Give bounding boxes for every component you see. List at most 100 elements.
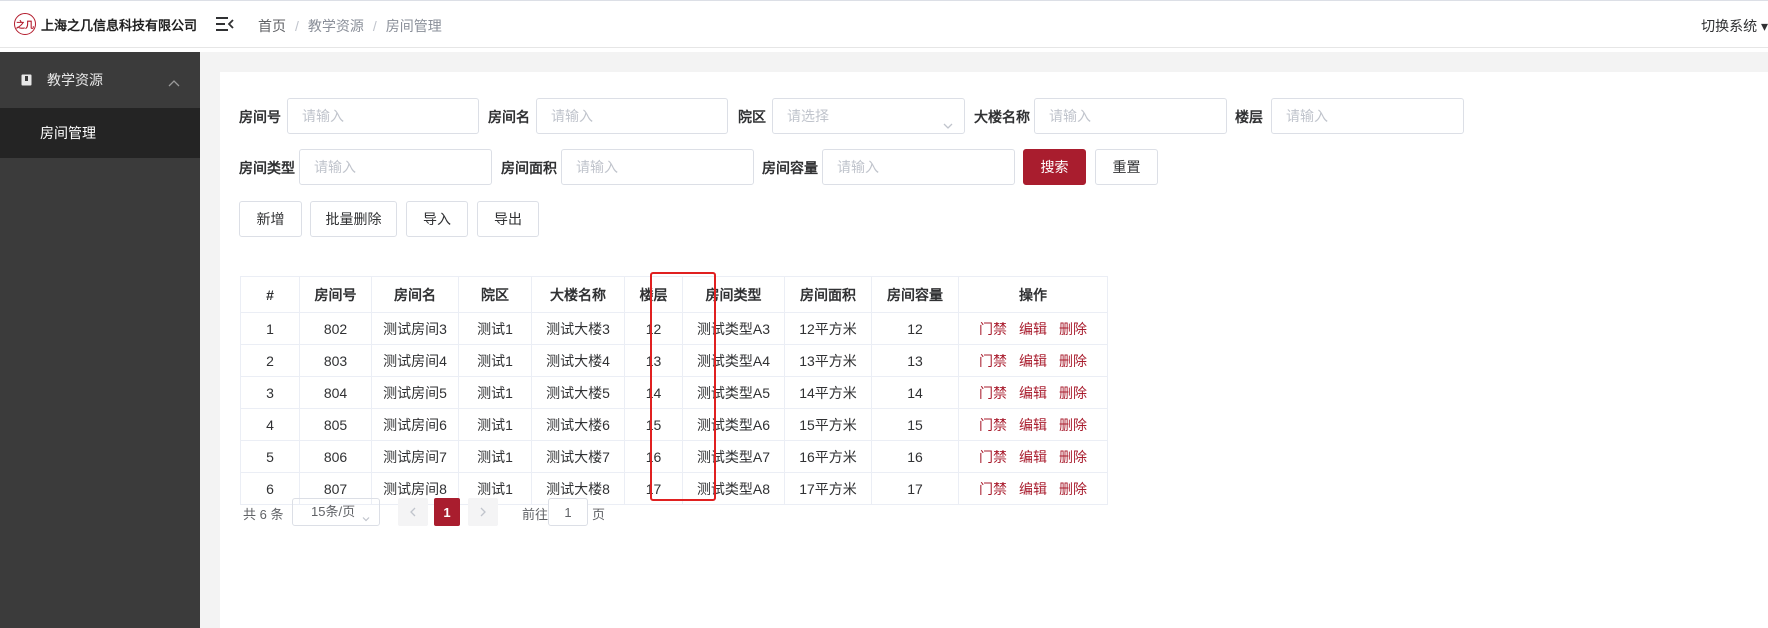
table-cell: 测试房间4 bbox=[371, 344, 459, 377]
column-header: 房间号 bbox=[299, 276, 372, 313]
switch-system-dropdown[interactable]: 切换系统 ▾ bbox=[1701, 16, 1768, 36]
batch-delete-button[interactable]: 批量删除 bbox=[310, 201, 397, 237]
building-name-label: 大楼名称 bbox=[974, 109, 1030, 125]
edit-link[interactable]: 编辑 bbox=[1019, 481, 1047, 497]
table-cell: 测试1 bbox=[458, 408, 532, 441]
delete-link[interactable]: 删除 bbox=[1059, 321, 1087, 337]
chevron-down-icon bbox=[942, 110, 954, 144]
delete-link[interactable]: 删除 bbox=[1059, 481, 1087, 497]
campus-label: 院区 bbox=[738, 109, 766, 125]
column-header: 楼层 bbox=[624, 276, 683, 313]
floor-input[interactable] bbox=[1271, 98, 1464, 134]
export-button[interactable]: 导出 bbox=[477, 201, 539, 237]
delete-link[interactable]: 删除 bbox=[1059, 385, 1087, 401]
room-name-input[interactable] bbox=[536, 98, 728, 134]
campus-select-placeholder: 请选择 bbox=[787, 108, 829, 124]
table-cell: 804 bbox=[299, 376, 372, 409]
column-header: 大楼名称 bbox=[531, 276, 625, 313]
delete-link[interactable]: 删除 bbox=[1059, 449, 1087, 465]
table-cell: 15 bbox=[871, 408, 959, 441]
delete-link[interactable]: 删除 bbox=[1059, 353, 1087, 369]
room-no-input[interactable] bbox=[287, 98, 479, 134]
room-no-label: 房间号 bbox=[239, 109, 281, 125]
sidebar-item-room-management[interactable]: 房间管理 bbox=[0, 108, 200, 158]
table-cell: 14平方米 bbox=[784, 376, 872, 409]
column-header: 房间名 bbox=[371, 276, 459, 313]
column-header: 房间类型 bbox=[682, 276, 785, 313]
edit-link[interactable]: 编辑 bbox=[1019, 417, 1047, 433]
table-body: 1 802 测试房间3 测试1 测试大楼3 12 测试类型A3 12平方米 12 门禁 编辑 删除 2 8… bbox=[240, 312, 1108, 505]
table-cell: 16平方米 bbox=[784, 440, 872, 473]
table-cell: 1 bbox=[240, 312, 300, 345]
table-cell: 测试类型A5 bbox=[682, 376, 785, 409]
chevron-down-icon: ▾ bbox=[1757, 18, 1768, 34]
breadcrumb-teaching-resources[interactable]: 教学资源 bbox=[308, 16, 364, 36]
menu-collapse-icon[interactable] bbox=[216, 16, 234, 32]
add-button[interactable]: 新增 bbox=[239, 201, 302, 237]
edit-link[interactable]: 编辑 bbox=[1019, 449, 1047, 465]
table-cell: 测试大楼4 bbox=[531, 344, 625, 377]
table-cell: 14 bbox=[624, 376, 683, 409]
access-control-link[interactable]: 门禁 bbox=[979, 321, 1007, 337]
access-control-link[interactable]: 门禁 bbox=[979, 449, 1007, 465]
edit-link[interactable]: 编辑 bbox=[1019, 385, 1047, 401]
table-cell: 5 bbox=[240, 440, 300, 473]
access-control-link[interactable]: 门禁 bbox=[979, 417, 1007, 433]
table-actions-cell: 门禁 编辑 删除 bbox=[958, 312, 1108, 345]
room-table: # 房间号 房间名 院区 大楼名称 楼层 房间类型 房间面积 房间容量 操作 1… bbox=[240, 276, 1108, 505]
sidebar-group-teaching-resources[interactable]: 教学资源 bbox=[0, 52, 200, 108]
table-cell: 12平方米 bbox=[784, 312, 872, 345]
table-cell: 测试大楼6 bbox=[531, 408, 625, 441]
sidebar: 教学资源 房间管理 bbox=[0, 52, 200, 628]
room-capacity-input[interactable] bbox=[822, 149, 1015, 185]
table-row: 1 802 测试房间3 测试1 测试大楼3 12 测试类型A3 12平方米 12 门禁 编辑 删除 bbox=[240, 312, 1108, 345]
reset-button[interactable]: 重置 bbox=[1095, 149, 1158, 185]
breadcrumb-room-management: 房间管理 bbox=[385, 18, 442, 34]
next-page-button[interactable] bbox=[468, 498, 498, 526]
content-panel: 房间号 房间名 院区 请选择 大楼名称 楼层 房间类型 房间面积 房间容量 搜索… bbox=[220, 72, 1768, 628]
goto-page-input[interactable] bbox=[548, 498, 588, 526]
column-header: 操作 bbox=[958, 276, 1108, 313]
room-area-input[interactable] bbox=[561, 149, 754, 185]
table-header-row: # 房间号 房间名 院区 大楼名称 楼层 房间类型 房间面积 房间容量 操作 bbox=[240, 276, 1108, 313]
access-control-link[interactable]: 门禁 bbox=[979, 353, 1007, 369]
building-name-input[interactable] bbox=[1034, 98, 1227, 134]
prev-page-button[interactable] bbox=[398, 498, 428, 526]
table-cell: 12 bbox=[624, 312, 683, 345]
page-button-1[interactable]: 1 bbox=[434, 498, 460, 526]
page-suffix-label: 页 bbox=[592, 507, 606, 522]
table-cell: 806 bbox=[299, 440, 372, 473]
page-size-select[interactable]: 15条/页 bbox=[292, 498, 380, 526]
breadcrumb-separator: / bbox=[295, 18, 299, 34]
edit-link[interactable]: 编辑 bbox=[1019, 321, 1047, 337]
table-cell: 15 bbox=[624, 408, 683, 441]
edit-link[interactable]: 编辑 bbox=[1019, 353, 1047, 369]
top-header: 之几 上海之几信息科技有限公司 首页 / 教学资源 / 房间管理 切换系统 ▾ bbox=[0, 0, 1768, 48]
column-header: 房间容量 bbox=[871, 276, 959, 313]
table-cell: 17 bbox=[624, 472, 683, 505]
table-cell: 3 bbox=[240, 376, 300, 409]
chevron-right-icon bbox=[480, 507, 486, 517]
table-cell: 测试大楼3 bbox=[531, 312, 625, 345]
table-cell: 14 bbox=[871, 376, 959, 409]
column-header: # bbox=[240, 276, 300, 313]
room-area-label: 房间面积 bbox=[501, 160, 557, 176]
floor-label: 楼层 bbox=[1235, 109, 1263, 125]
room-capacity-label: 房间容量 bbox=[762, 160, 818, 176]
table-cell: 15平方米 bbox=[784, 408, 872, 441]
delete-link[interactable]: 删除 bbox=[1059, 417, 1087, 433]
access-control-link[interactable]: 门禁 bbox=[979, 481, 1007, 497]
access-control-link[interactable]: 门禁 bbox=[979, 385, 1007, 401]
search-button[interactable]: 搜索 bbox=[1023, 149, 1086, 185]
table-cell: 13 bbox=[624, 344, 683, 377]
breadcrumb-separator: / bbox=[372, 18, 377, 34]
campus-select[interactable]: 请选择 bbox=[772, 98, 965, 134]
import-button[interactable]: 导入 bbox=[406, 201, 468, 237]
room-type-input[interactable] bbox=[299, 149, 492, 185]
table-cell: 6 bbox=[240, 472, 300, 505]
table-cell: 测试类型A4 bbox=[682, 344, 785, 377]
table-cell: 测试房间7 bbox=[371, 440, 459, 473]
table-row: 5 806 测试房间7 测试1 测试大楼7 16 测试类型A7 16平方米 16 门禁 编辑 删除 bbox=[240, 440, 1108, 473]
goto-label: 前往 bbox=[522, 507, 549, 522]
breadcrumb-home[interactable]: 首页 bbox=[258, 16, 286, 36]
